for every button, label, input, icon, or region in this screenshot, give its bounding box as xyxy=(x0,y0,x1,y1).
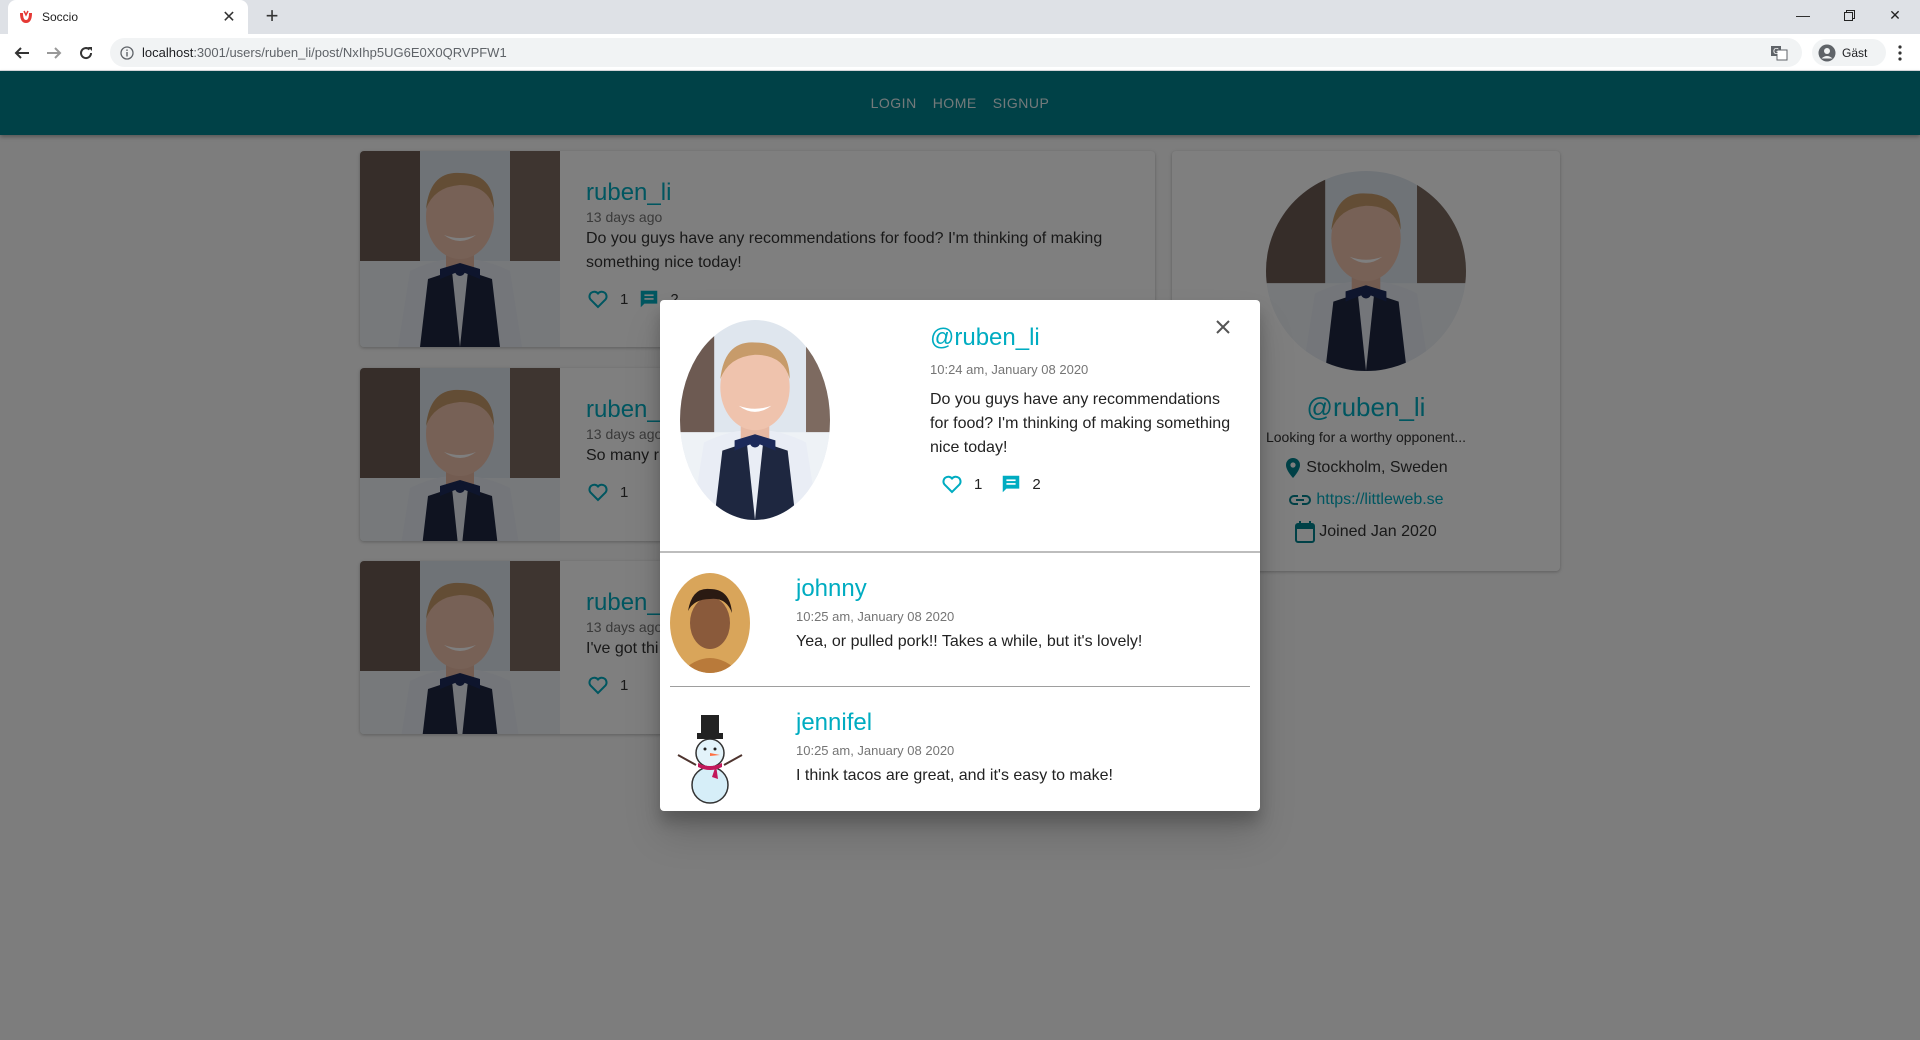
reload-icon[interactable] xyxy=(74,41,98,65)
comment-time: 10:25 am, January 08 2020 xyxy=(796,609,955,624)
close-icon[interactable] xyxy=(1210,314,1236,340)
back-icon[interactable] xyxy=(10,41,34,65)
browser-menu-icon[interactable] xyxy=(1890,42,1910,64)
app-logo-icon xyxy=(20,10,32,23)
comment-username[interactable]: jennifel xyxy=(796,709,872,737)
comment-time: 10:25 am, January 08 2020 xyxy=(796,743,955,758)
dialog-username[interactable]: @ruben_li xyxy=(930,324,1040,352)
comment-icon[interactable] xyxy=(1000,473,1022,495)
address-bar[interactable]: localhost:3001/users/ruben_li/post/NxIhp… xyxy=(110,38,1802,67)
translate-icon[interactable]: G xyxy=(1770,44,1788,62)
tab-close-icon[interactable]: ✕ xyxy=(220,7,238,27)
browser-toolbar: localhost:3001/users/ruben_li/post/NxIhp… xyxy=(0,34,1920,71)
profile-label: Gäst xyxy=(1842,45,1868,60)
restore-icon[interactable] xyxy=(1826,0,1872,30)
like-icon[interactable] xyxy=(940,472,964,496)
tab-title: Soccio xyxy=(42,10,79,24)
svg-text:G: G xyxy=(1773,47,1779,56)
profile-button[interactable]: Gäst xyxy=(1812,39,1886,66)
post-dialog: @ruben_li 10:24 am, January 08 2020 Do y… xyxy=(660,300,1260,811)
like-count: 1 xyxy=(974,475,983,493)
dialog-time: 10:24 am, January 08 2020 xyxy=(930,362,1089,377)
browser-tab[interactable]: Soccio ✕ xyxy=(8,0,248,34)
comment-item: johnny 10:25 am, January 08 2020 Yea, or… xyxy=(670,553,1250,687)
new-tab-icon[interactable]: + xyxy=(260,5,284,29)
url-text: localhost:3001/users/ruben_li/post/NxIhp… xyxy=(142,45,507,60)
forward-icon[interactable] xyxy=(42,41,66,65)
comment-text: I think tacos are great, and it's easy t… xyxy=(796,767,1113,784)
dialog-avatar xyxy=(680,320,830,520)
comment-text: Yea, or pulled pork!! Takes a while, but… xyxy=(796,633,1143,650)
url-host: localhost xyxy=(142,45,194,60)
comment-item: jennifel 10:25 am, January 08 2020 I thi… xyxy=(670,687,1250,821)
comment-avatar[interactable] xyxy=(670,573,750,673)
comment-count: 2 xyxy=(1032,475,1041,493)
info-icon[interactable] xyxy=(120,45,134,60)
comment-username[interactable]: johnny xyxy=(796,575,867,603)
comment-avatar[interactable] xyxy=(670,707,750,807)
window-close-icon[interactable]: ✕ xyxy=(1872,0,1918,30)
url-path: :3001/users/ruben_li/post/NxIhp5UG6E0X0Q… xyxy=(193,45,507,60)
dialog-text: Do you guys have any recommendations for… xyxy=(930,391,1231,456)
browser-tabstrip: Soccio ✕ + — ✕ xyxy=(0,0,1920,34)
minimize-icon[interactable]: — xyxy=(1780,0,1826,30)
dialog-actions: 1 2 xyxy=(940,472,1041,496)
profile-icon xyxy=(1818,44,1836,61)
